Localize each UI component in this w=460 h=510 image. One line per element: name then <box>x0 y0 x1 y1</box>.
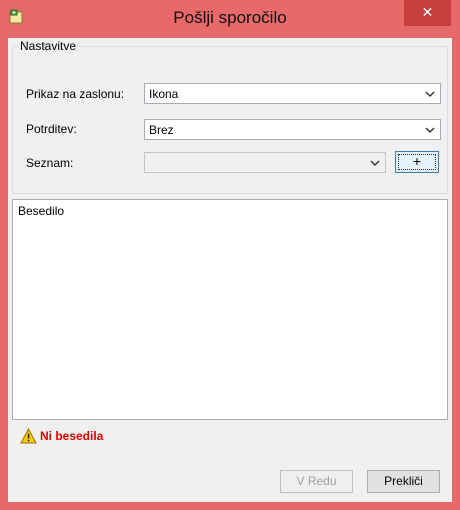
chevron-down-icon <box>370 160 380 166</box>
settings-group-title: Nastavitve <box>19 39 78 53</box>
chevron-down-icon <box>425 91 435 97</box>
confirm-select[interactable]: Brez <box>144 119 441 140</box>
confirm-label: Potrditev: <box>26 122 77 136</box>
text-group-title: Besedilo <box>17 204 66 218</box>
close-button[interactable]: ✕ <box>404 0 451 26</box>
cancel-button[interactable]: Prekliči <box>367 470 440 493</box>
warning-icon <box>20 428 37 444</box>
display-select-value: Ikona <box>149 87 179 101</box>
dialog-window: Pošlji sporočilo ✕ Nastavitve Prikaz na … <box>0 0 460 510</box>
display-label: Prikaz na zaslonu: <box>26 87 125 101</box>
ok-button[interactable]: V Redu <box>280 470 353 493</box>
close-icon: ✕ <box>421 4 434 20</box>
display-select[interactable]: Ikona <box>144 83 441 104</box>
settings-group: Nastavitve Prikaz na zaslonu: Ikona Potr… <box>12 39 448 194</box>
dialog-body: Nastavitve Prikaz na zaslonu: Ikona Potr… <box>8 38 452 502</box>
message-textarea[interactable]: Besedilo <box>12 199 448 420</box>
title-bar[interactable]: Pošlji sporočilo ✕ <box>0 0 460 38</box>
window-title: Pošlji sporočilo <box>173 8 287 27</box>
warning-text: Ni besedila <box>40 429 104 443</box>
confirm-select-value: Brez <box>149 123 174 137</box>
chevron-down-icon <box>425 127 435 133</box>
add-list-button[interactable]: + <box>395 151 439 173</box>
list-select[interactable] <box>144 152 386 173</box>
list-label: Seznam: <box>26 156 74 170</box>
